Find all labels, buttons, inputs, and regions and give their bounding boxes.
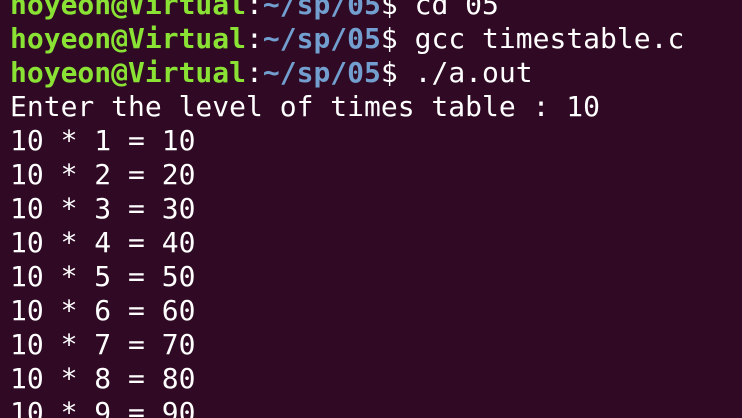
output-row: 10 * 7 = 70 — [10, 328, 196, 361]
command-line: hoyeon@Virtual:~/sp/05$ ./a.out — [10, 56, 742, 90]
prompt-path: ~/sp/05 — [262, 56, 381, 89]
output-row: 10 * 9 = 90 — [10, 396, 196, 418]
terminal-output: hoyeon@Virtual:~/sp/05$ cd 05 hoyeon@Vir… — [10, 0, 742, 418]
program-prompt-line: Enter the level of times table : 10 — [10, 90, 601, 123]
output-row: 10 * 4 = 40 — [10, 226, 196, 259]
prompt-user-host: hoyeon@Virtual — [10, 56, 247, 89]
prompt-path: ~/sp/05 — [262, 22, 381, 55]
prompt-symbol: $ — [380, 56, 415, 89]
command-text: ./a.out — [414, 56, 533, 89]
prompt-symbol: $ — [380, 22, 415, 55]
prompt-separator: : — [246, 22, 263, 55]
command-line-partial: hoyeon@Virtual:~/sp/05$ cd 05 — [10, 0, 742, 22]
prompt-separator: : — [246, 56, 263, 89]
output-row: 10 * 5 = 50 — [10, 260, 196, 293]
output-row: 10 * 3 = 30 — [10, 192, 196, 225]
prompt-user-host: hoyeon@Virtual — [10, 22, 247, 55]
output-row: 10 * 2 = 20 — [10, 158, 196, 191]
prompt-separator: : — [246, 0, 263, 21]
output-row: 10 * 1 = 10 — [10, 124, 196, 157]
output-row: 10 * 8 = 80 — [10, 362, 196, 395]
output-row: 10 * 6 = 60 — [10, 294, 196, 327]
prompt-user-host: hoyeon@Virtual — [10, 0, 247, 21]
prompt-path: ~/sp/05 — [262, 0, 381, 21]
command-line: hoyeon@Virtual:~/sp/05$ gcc timestable.c — [10, 22, 742, 56]
command-text: gcc timestable.c — [414, 22, 685, 55]
terminal-window[interactable]: hoyeon@Virtual:~/sp/05$ cd 05 hoyeon@Vir… — [0, 0, 742, 418]
prompt-symbol: $ — [380, 0, 415, 21]
command-text: cd 05 — [414, 0, 499, 21]
